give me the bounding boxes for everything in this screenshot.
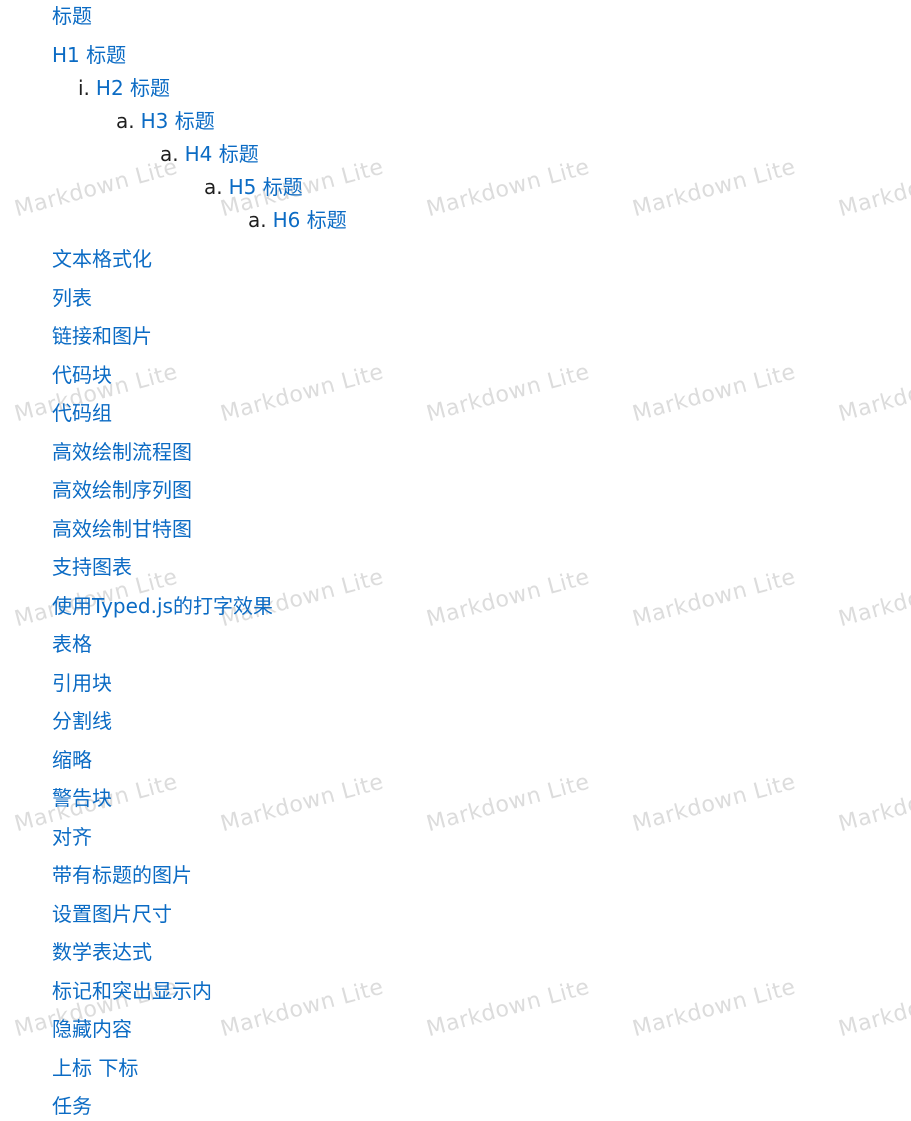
toc-item: 表格 — [52, 630, 92, 658]
toc-link-flowchart[interactable]: 高效绘制流程图 — [52, 440, 192, 464]
toc-link-alignment[interactable]: 对齐 — [52, 825, 92, 849]
watermark: Markdown Lite — [630, 154, 799, 223]
toc-link-text-formatting[interactable]: 文本格式化 — [52, 247, 152, 271]
toc-item: 上标 下标 — [52, 1054, 138, 1082]
toc-link-lists[interactable]: 列表 — [52, 286, 92, 310]
watermark: Markdown Lite — [424, 769, 593, 838]
toc-link-h6[interactable]: H6 标题 — [273, 208, 347, 232]
toc-item: 高效绘制甘特图 — [52, 515, 192, 543]
toc-link-h2[interactable]: H2 标题 — [96, 76, 170, 100]
toc-item: 任务 — [52, 1092, 92, 1120]
list-marker: a. — [248, 208, 267, 232]
toc-link-alert-block[interactable]: 警告块 — [52, 786, 112, 810]
toc-item: 高效绘制序列图 — [52, 476, 192, 504]
toc-link-code-block[interactable]: 代码块 — [52, 363, 112, 387]
toc-link-h5[interactable]: H5 标题 — [229, 175, 303, 199]
toc-item-h3: a. H3 标题 — [116, 107, 215, 135]
toc-link-abbreviation[interactable]: 缩略 — [52, 748, 92, 772]
toc-item: 引用块 — [52, 669, 112, 697]
toc-item: 高效绘制流程图 — [52, 438, 192, 466]
toc-link-charts[interactable]: 支持图表 — [52, 555, 132, 579]
watermark: Markdown Lite — [836, 975, 911, 1043]
watermark: Markdown Lite — [218, 974, 387, 1043]
watermark: Markdown Lite — [424, 154, 593, 223]
toc-link-title[interactable]: 标题 — [52, 4, 92, 28]
toc-item: 列表 — [52, 284, 92, 312]
toc-link-divider[interactable]: 分割线 — [52, 709, 112, 733]
toc-link-h4[interactable]: H4 标题 — [185, 142, 259, 166]
toc-link-tasks[interactable]: 任务 — [52, 1094, 92, 1118]
toc-link-code-group[interactable]: 代码组 — [52, 401, 112, 425]
list-marker: i. — [78, 76, 90, 100]
watermark: Markdown Lite — [836, 565, 911, 633]
toc-item: 对齐 — [52, 823, 92, 851]
watermark: Markdown Lite — [218, 769, 387, 838]
toc-item: 文本格式化 — [52, 245, 152, 273]
toc-item-h4: a. H4 标题 — [160, 140, 259, 168]
toc-link-sequence[interactable]: 高效绘制序列图 — [52, 478, 192, 502]
watermark: Markdown Lite — [424, 974, 593, 1043]
toc-link-sup-sub[interactable]: 上标 下标 — [52, 1056, 138, 1080]
watermark: Markdown Lite — [836, 155, 911, 223]
toc-link-links-images[interactable]: 链接和图片 — [52, 324, 152, 348]
toc-link-captioned-image[interactable]: 带有标题的图片 — [52, 863, 192, 887]
watermark: Markdown Lite — [836, 770, 911, 838]
watermark: Markdown Lite — [424, 564, 593, 633]
toc-item-h1: H1 标题 — [52, 41, 126, 69]
watermark: Markdown Lite — [12, 154, 181, 223]
toc-item-h6: a. H6 标题 — [248, 206, 347, 234]
toc-link-math[interactable]: 数学表达式 — [52, 940, 152, 964]
toc-item: 缩略 — [52, 746, 92, 774]
toc-link-tables[interactable]: 表格 — [52, 632, 92, 656]
toc-link-typed[interactable]: 使用Typed.js的打字效果 — [52, 594, 273, 618]
toc-item: 使用Typed.js的打字效果 — [52, 592, 273, 620]
list-marker: a. — [116, 109, 135, 133]
toc-item: 数学表达式 — [52, 938, 152, 966]
watermark: Markdown Lite — [630, 769, 799, 838]
toc-link-h1[interactable]: H1 标题 — [52, 43, 126, 67]
toc-item: 带有标题的图片 — [52, 861, 192, 889]
toc-link-h3[interactable]: H3 标题 — [141, 109, 215, 133]
toc-link-image-size[interactable]: 设置图片尺寸 — [52, 902, 172, 926]
toc-item-h5: a. H5 标题 — [204, 173, 303, 201]
toc-link-hidden-content[interactable]: 隐藏内容 — [52, 1017, 132, 1041]
toc-item-h2: i. H2 标题 — [78, 74, 170, 102]
toc-link-gantt[interactable]: 高效绘制甘特图 — [52, 517, 192, 541]
toc-item: 设置图片尺寸 — [52, 900, 172, 928]
watermark: Markdown Lite — [836, 360, 911, 428]
watermark: Markdown Lite — [630, 974, 799, 1043]
toc-item: 隐藏内容 — [52, 1015, 132, 1043]
toc-item: 代码组 — [52, 399, 112, 427]
toc-item: 警告块 — [52, 784, 112, 812]
toc-link-highlight[interactable]: 标记和突出显示内 — [52, 979, 212, 1003]
watermark: Markdown Lite — [424, 359, 593, 428]
toc-item: 链接和图片 — [52, 322, 152, 350]
list-marker: a. — [204, 175, 223, 199]
list-marker: a. — [160, 142, 179, 166]
toc-item: 分割线 — [52, 707, 112, 735]
toc-item: 支持图表 — [52, 553, 132, 581]
watermark: Markdown Lite — [218, 359, 387, 428]
toc-item: 代码块 — [52, 361, 112, 389]
toc-item-title: 标题 — [52, 2, 92, 30]
watermark: Markdown Lite — [630, 564, 799, 633]
toc-item: 标记和突出显示内 — [52, 977, 212, 1005]
toc-link-blockquote[interactable]: 引用块 — [52, 671, 112, 695]
watermark: Markdown Lite — [630, 359, 799, 428]
